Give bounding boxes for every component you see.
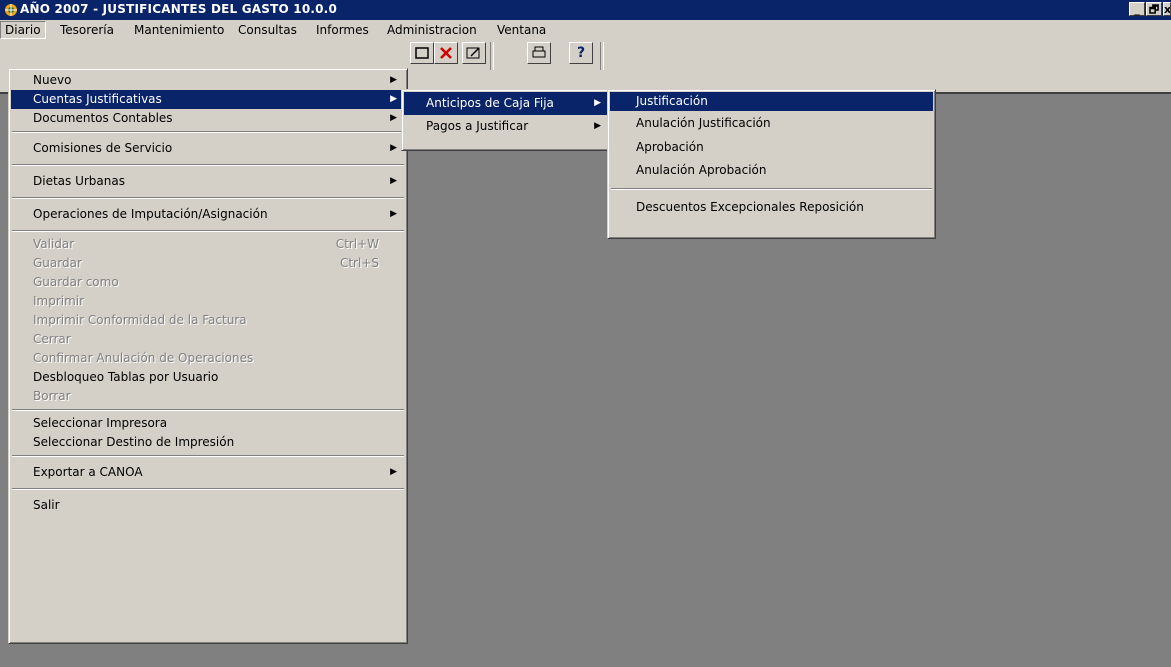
submenu-arrow-icon: ▶ [390,113,397,123]
menu-item-label: Dietas Urbanas [33,174,125,188]
submenu-arrow-icon: ▶ [390,209,397,219]
menu-ventana[interactable]: Ventana [493,21,550,39]
menu-item-label: Desbloqueo Tablas por Usuario [33,370,219,384]
submenu-arrow-icon: ▶ [390,94,397,104]
menu-item-label: Salir [33,498,60,512]
delete-icon [440,47,452,59]
menu-separator [12,409,404,411]
menu-item-anulacion-aprobacion[interactable]: Anulación Aprobación [610,159,933,183]
menu-item-seleccionar-impresora[interactable]: Seleccionar Impresora [11,414,405,433]
menu-item-comisiones-servicio[interactable]: Comisiones de Servicio ▶ [11,136,405,161]
menu-item-label: Anulación Justificación [636,116,771,130]
menu-separator [12,131,404,133]
print-toolbar-button[interactable] [527,42,551,64]
menu-item-guardar[interactable]: Guardar Ctrl+S [11,254,405,273]
menu-item-label: Borrar [33,389,71,403]
menu-separator [12,197,404,199]
menu-tesoreria[interactable]: Tesorería [56,21,118,39]
menu-item-label: Operaciones de Imputación/Asignación [33,207,268,221]
anticipos-submenu: Justificación Anulación Justificación Ap… [607,89,936,239]
restore-button[interactable]: 🗗 [1146,2,1162,16]
minimize-button[interactable]: _ [1129,2,1145,16]
menu-item-label: Comisiones de Servicio [33,141,173,155]
menu-separator [12,488,404,490]
menu-item-label: Descuentos Excepcionales Reposición [636,200,864,214]
menu-informes[interactable]: Informes [312,21,373,39]
submenu-arrow-icon: ▶ [390,75,397,85]
menu-item-label: Cerrar [33,332,71,346]
menu-item-label: Validar [33,237,75,251]
submenu-arrow-icon: ▶ [390,176,397,186]
menu-item-pagos-justificar[interactable]: Pagos a Justificar ▶ [404,115,609,138]
menu-item-imprimir-conformidad[interactable]: Imprimir Conformidad de la Factura [11,311,405,330]
menu-item-guardar-como[interactable]: Guardar como [11,273,405,292]
edit-toolbar-button[interactable] [462,42,486,64]
menu-item-confirmar-anulacion[interactable]: Confirmar Anulación de Operaciones [11,349,405,368]
menu-item-label: Seleccionar Impresora [33,416,168,430]
diario-dropdown: Nuevo ▶ Cuentas Justificativas ▶ Documento… [8,68,408,644]
menu-consultas[interactable]: Consultas [234,21,301,39]
menu-item-label: Confirmar Anulación de Operaciones [33,351,254,365]
menu-item-label: Guardar como [33,275,119,289]
menu-item-descuentos-excepcionales[interactable]: Descuentos Excepcionales Reposición [610,195,933,221]
menu-item-aprobacion[interactable]: Aprobación [610,135,933,159]
menu-item-label: Exportar a CANOA [33,465,143,479]
menu-item-label: Guardar [33,256,82,270]
submenu-arrow-icon: ▶ [390,143,397,153]
shortcut-label: Ctrl+W [335,237,379,251]
menu-diario[interactable]: Diario [0,21,46,39]
help-toolbar-button[interactable]: ? [569,42,593,64]
app-icon [5,4,17,16]
toolbar-separator [600,42,604,70]
menu-separator [12,455,404,457]
menu-item-operaciones-imputacion[interactable]: Operaciones de Imputación/Asignación ▶ [11,202,405,227]
menu-item-label: Cuentas Justificativas [33,92,162,106]
submenu-arrow-icon: ▶ [390,467,397,477]
menu-item-label: Seleccionar Destino de Impresión [33,435,235,449]
menu-administracion[interactable]: Administracion [383,21,481,39]
toolbar-separator [490,42,494,70]
menu-item-dietas-urbanas[interactable]: Dietas Urbanas ▶ [11,169,405,194]
menu-item-cerrar[interactable]: Cerrar [11,330,405,349]
menu-item-imprimir[interactable]: Imprimir [11,292,405,311]
close-button[interactable]: x [1163,2,1171,16]
menu-item-desbloqueo-tablas[interactable]: Desbloqueo Tablas por Usuario [11,368,405,387]
menu-item-label: Imprimir [33,294,85,308]
menu-separator [611,188,932,190]
menu-item-exportar-canoa[interactable]: Exportar a CANOA ▶ [11,460,405,485]
menu-item-nuevo[interactable]: Nuevo ▶ [11,71,405,90]
window-icon [415,47,429,59]
menu-item-salir[interactable]: Salir [11,493,405,518]
menu-item-label: Nuevo [33,73,72,87]
menu-item-label: Imprimir Conformidad de la Factura [33,313,247,327]
menu-item-label: Documentos Contables [33,111,173,125]
menu-item-label: Anulación Aprobación [636,163,767,177]
submenu-arrow-icon: ▶ [594,98,601,108]
delete-toolbar-button[interactable] [434,42,458,64]
menu-item-anticipos-caja-fija[interactable]: Anticipos de Caja Fija ▶ [404,92,609,115]
menu-item-borrar[interactable]: Borrar [11,387,405,406]
print-icon [532,46,546,58]
menu-item-justificacion[interactable]: Justificación [610,92,933,111]
menu-item-documentos-contables[interactable]: Documentos Contables ▶ [11,109,405,128]
menu-item-seleccionar-destino[interactable]: Seleccionar Destino de Impresión [11,433,405,452]
window-toolbar-button[interactable] [410,42,434,64]
menu-separator [12,164,404,166]
menu-item-label: Anticipos de Caja Fija [426,96,554,110]
cuentas-submenu: Anticipos de Caja Fija ▶ Pagos a Justific… [401,89,612,151]
menu-item-anulacion-justificacion[interactable]: Anulación Justificación [610,111,933,135]
menu-separator [12,230,404,232]
menu-item-validar[interactable]: Validar Ctrl+W [11,235,405,254]
shortcut-label: Ctrl+S [339,256,379,270]
menu-mantenimiento[interactable]: Mantenimiento [130,21,228,39]
menu-item-cuentas-justificativas[interactable]: Cuentas Justificativas ▶ [11,90,405,109]
window-title: AÑO 2007 - JUSTIFICANTES DEL GASTO 10.0.… [20,2,337,16]
menu-item-label: Pagos a Justificar [426,119,529,133]
edit-icon [466,47,480,59]
submenu-arrow-icon: ▶ [594,121,601,131]
title-bar: AÑO 2007 - JUSTIFICANTES DEL GASTO 10.0.… [0,0,1171,20]
menu-item-label: Aprobación [636,140,704,154]
menu-item-label: Justificación [636,94,708,108]
menu-bar: Diario Tesorería Mantenimiento Consultas… [0,20,1171,40]
